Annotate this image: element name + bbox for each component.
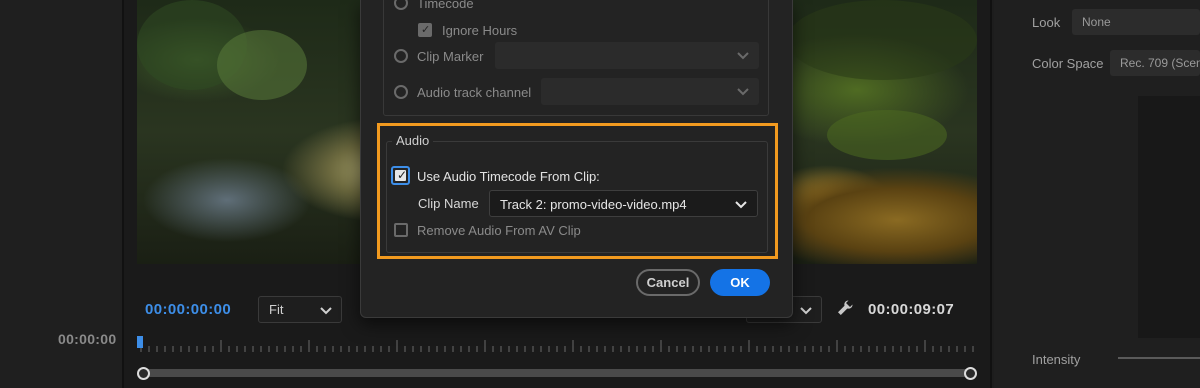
look-preview	[1138, 96, 1200, 338]
chevron-down-icon	[799, 303, 813, 322]
timecode-radio-label: Timecode	[417, 0, 474, 11]
chevron-down-icon	[736, 84, 750, 103]
use-audio-timecode-checkbox[interactable]: ✓	[391, 166, 410, 185]
scrollbar-end-handle[interactable]	[964, 367, 977, 380]
ignore-hours-checkbox[interactable]: ✓	[418, 23, 432, 37]
source-timecode: 00:00:00	[58, 331, 117, 347]
remove-audio-label: Remove Audio From AV Clip	[417, 223, 581, 238]
current-timecode[interactable]: 00:00:00:00	[145, 301, 231, 318]
clip-name-select[interactable]: Track 2: promo-video-video.mp4	[489, 190, 758, 217]
clip-name-value: Track 2: promo-video-video.mp4	[500, 197, 687, 212]
clip-marker-radio[interactable]	[394, 49, 408, 63]
playhead[interactable]	[137, 336, 143, 348]
color-space-select[interactable]: Rec. 709 (Scene)	[1110, 50, 1200, 76]
audio-track-channel-select[interactable]	[541, 78, 759, 105]
intensity-slider[interactable]	[1118, 357, 1200, 359]
clip-marker-label: Clip Marker	[417, 49, 484, 64]
intensity-label: Intensity	[1032, 352, 1081, 367]
foliage-shape	[787, 0, 977, 80]
look-select[interactable]: None	[1072, 9, 1200, 35]
chevron-down-icon	[734, 197, 748, 214]
moss-shape	[827, 110, 947, 160]
chevron-down-icon	[736, 48, 750, 67]
time-ruler[interactable]	[137, 336, 977, 352]
audio-track-channel-label: Audio track channel	[417, 85, 532, 100]
wrench-icon[interactable]	[836, 299, 854, 317]
ignore-hours-label: Ignore Hours	[442, 23, 518, 38]
checkmark-icon: ✓	[397, 168, 408, 182]
zoom-fit-value: Fit	[269, 302, 284, 317]
foliage-shape	[217, 30, 307, 100]
ok-button[interactable]: OK	[710, 269, 770, 296]
duration-timecode: 00:00:09:07	[868, 301, 955, 318]
look-label: Look	[1032, 15, 1061, 30]
left-panel	[0, 0, 122, 388]
chevron-down-icon	[319, 303, 333, 320]
checkbox-fill: ✓	[395, 168, 408, 182]
scrollbar-start-handle[interactable]	[137, 367, 150, 380]
cancel-button[interactable]: Cancel	[636, 269, 700, 296]
audio-group-legend: Audio	[392, 133, 434, 148]
zoom-scrollbar[interactable]	[144, 369, 970, 377]
remove-audio-checkbox[interactable]	[394, 223, 408, 237]
use-audio-timecode-label: Use Audio Timecode From Clip:	[417, 169, 600, 184]
color-space-label: Color Space	[1032, 56, 1104, 71]
zoom-fit-select[interactable]: Fit	[258, 296, 342, 323]
audio-track-channel-radio[interactable]	[394, 85, 408, 99]
clip-name-label: Clip Name	[418, 196, 479, 211]
clip-marker-select[interactable]	[495, 42, 759, 69]
